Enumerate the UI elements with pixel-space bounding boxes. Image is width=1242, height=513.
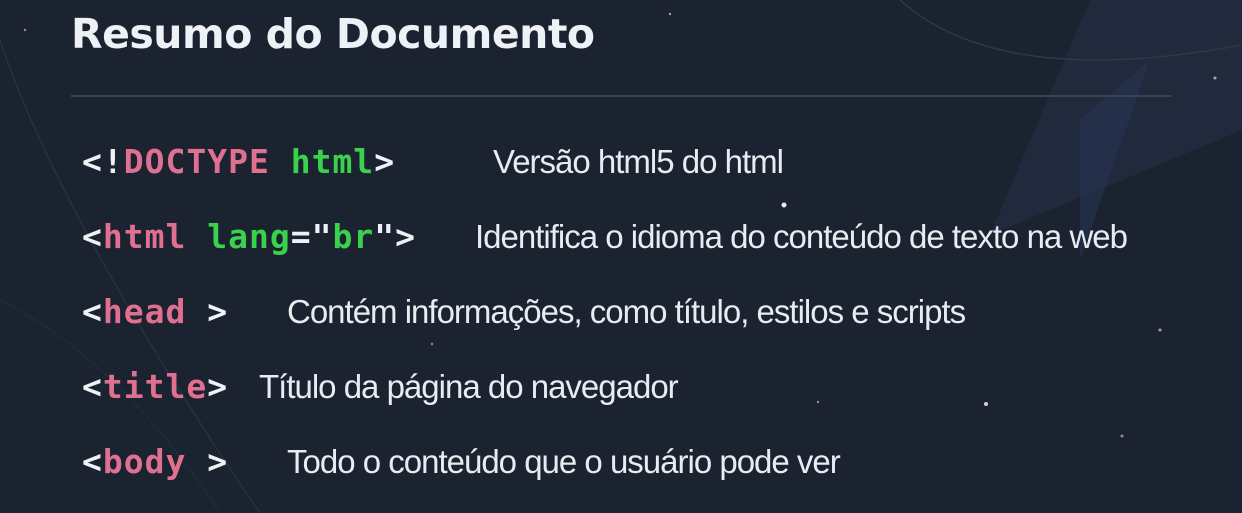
code-snippet: <!DOCTYPE html> [82, 138, 395, 186]
code-attribute-name: lang [207, 217, 291, 256]
code-tag-name: html [102, 217, 187, 256]
code-attribute-value: br [332, 217, 375, 256]
slide-title: Resumo do Documento [71, 10, 595, 58]
code-tag-name: title [102, 367, 208, 406]
code-punctuation: > [207, 367, 229, 406]
code-snippet: <html lang="br"> [82, 213, 416, 261]
code-punctuation: > [374, 142, 396, 181]
row-description: Título da página do navegador [259, 368, 679, 405]
code-punctuation: < [82, 217, 103, 256]
code-punctuation: "> [374, 217, 416, 256]
code-punctuation: < [82, 367, 103, 406]
code-keyword: html [290, 142, 375, 181]
code-snippet: <body > [82, 438, 228, 486]
code-punctuation: < [82, 292, 103, 331]
title-divider [71, 95, 1171, 97]
code-punctuation: > [186, 442, 229, 481]
code-punctuation: <! [82, 142, 124, 181]
row-description: Versão html5 do html [493, 143, 784, 180]
code-punctuation: > [186, 292, 229, 331]
code-tag-name: DOCTYPE [123, 142, 270, 181]
code-snippet: <head > [82, 288, 228, 336]
row-description: Todo o conteúdo que o usuário pode ver [287, 443, 841, 480]
code-tag-name: body [102, 442, 187, 481]
code-snippet: <title> [82, 363, 228, 411]
row-description: Identifica o idioma do conteúdo de texto… [475, 218, 1128, 255]
code-punctuation: =" [290, 217, 333, 256]
code-tag-name: head [102, 292, 187, 331]
code-punctuation: < [82, 442, 103, 481]
row-description: Contém informações, como título, estilos… [287, 293, 966, 330]
